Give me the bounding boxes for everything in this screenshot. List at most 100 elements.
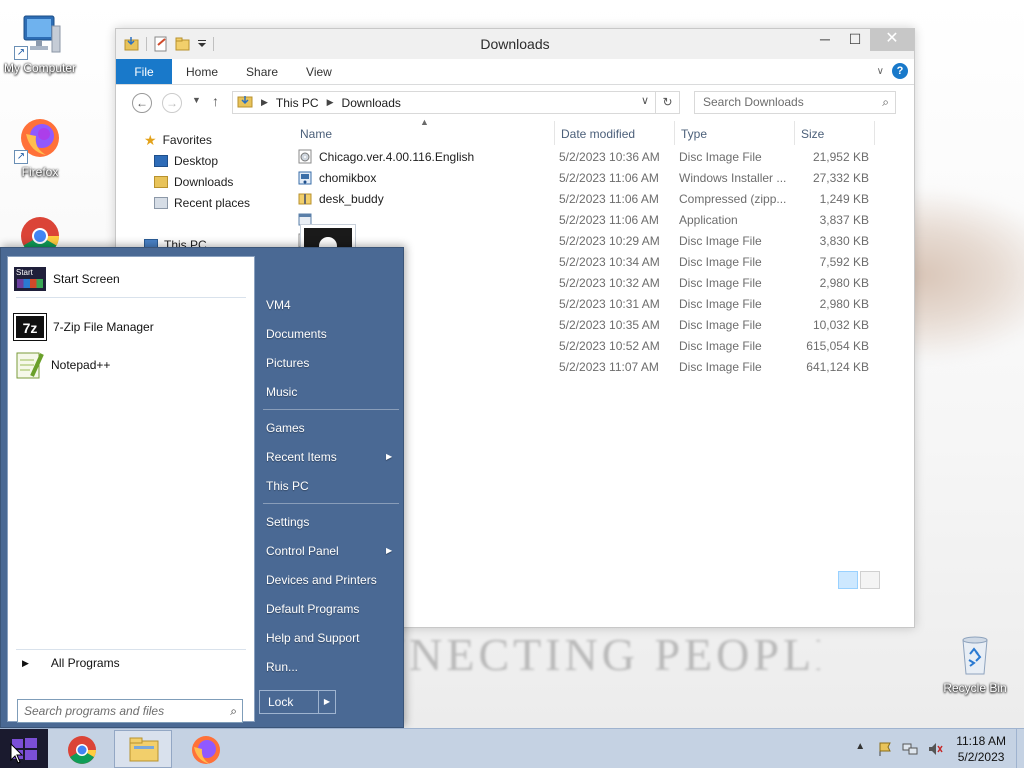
start-link-label: Games (266, 421, 305, 435)
start-link-music[interactable]: Music (266, 385, 297, 399)
help-icon[interactable]: ? (892, 63, 908, 79)
up-arrow-icon[interactable]: ↑ (212, 93, 219, 109)
close-button[interactable]: ✕ (870, 29, 914, 51)
zip-folder-icon (298, 191, 312, 206)
all-programs-button[interactable]: ▶ All Programs (22, 656, 120, 670)
large-icons-view-button[interactable] (860, 571, 880, 589)
file-date-modified: 5/2/2023 11:07 AM (559, 360, 659, 374)
window-title: Downloads (480, 36, 550, 52)
lock-options-arrow-icon[interactable]: ▶ (318, 691, 335, 713)
file-date-modified: 5/2/2023 11:06 AM (559, 192, 659, 206)
taskbar-chrome[interactable] (52, 730, 110, 768)
minimize-button[interactable]: ─ (810, 29, 840, 51)
start-link-label: Devices and Printers (266, 573, 377, 587)
nav-recent-places[interactable]: Recent places (154, 194, 250, 212)
tab-view[interactable]: View (292, 59, 346, 84)
refresh-button[interactable]: ↻ (656, 91, 680, 114)
program-7zip[interactable]: 7z 7-Zip File Manager (13, 311, 154, 343)
table-row[interactable]: Chicago.ver.4.00.116.English 5/2/2023 10:… (294, 147, 884, 168)
breadcrumb-this-pc[interactable]: This PC (276, 96, 319, 110)
start-menu: Start Start Screen 7z 7-Zip File Manager… (0, 247, 404, 728)
column-header-date[interactable]: Date modified (561, 127, 635, 141)
file-size: 2,980 KB (819, 276, 869, 290)
nav-downloads[interactable]: Downloads (154, 173, 233, 191)
start-link-this-pc[interactable]: This PC (266, 479, 309, 493)
program-label: 7-Zip File Manager (53, 320, 154, 334)
start-link-settings[interactable]: Settings (266, 515, 309, 529)
desktop-icon-label: Recycle Bin (943, 681, 1007, 695)
maximize-button[interactable]: ☐ (840, 29, 870, 51)
file-date-modified: 5/2/2023 10:52 AM (559, 339, 660, 353)
expand-ribbon-icon[interactable]: ∨ (877, 66, 884, 77)
file-type: Disc Image File (679, 234, 762, 248)
file-size: 10,032 KB (812, 318, 869, 332)
start-link-label: Music (266, 385, 298, 399)
submenu-arrow-icon: ▶ (386, 452, 393, 461)
network-icon[interactable] (902, 741, 918, 757)
clock[interactable]: 11:18 AM 5/2/2023 (956, 733, 1006, 765)
downloads-folder-icon (154, 176, 168, 188)
back-button[interactable]: ← (132, 93, 152, 113)
chevron-down-icon[interactable]: ∨ (641, 94, 649, 107)
start-menu-separator (263, 503, 399, 504)
taskbar-file-explorer[interactable] (114, 730, 172, 768)
chrome-icon (68, 736, 96, 764)
start-link-control-panel[interactable]: Control Panel ▶ (266, 544, 392, 558)
ribbon-tabs: File Home Share View ∨ ? (116, 59, 914, 85)
details-view-button[interactable] (838, 571, 858, 589)
recent-locations-icon[interactable]: ▼ (192, 95, 201, 105)
show-desktop-button[interactable] (1016, 729, 1024, 768)
start-link-pictures[interactable]: Pictures (266, 356, 309, 370)
start-link-help-and-support[interactable]: Help and Support (266, 631, 359, 645)
column-header-size[interactable]: Size (801, 127, 824, 141)
start-link-documents[interactable]: Documents (266, 327, 327, 341)
start-link-games[interactable]: Games (266, 421, 305, 435)
lock-button[interactable]: Lock ▶ (259, 690, 336, 714)
disc-image-icon (298, 149, 312, 164)
start-link-default-programs[interactable]: Default Programs (266, 602, 359, 616)
start-link-label: Pictures (266, 356, 310, 370)
desktop-icon-firefox[interactable]: ↗ Firefox (0, 114, 80, 179)
forward-button[interactable]: → (162, 93, 182, 113)
start-button[interactable] (0, 729, 48, 768)
nav-favorites[interactable]: ★ Favorites (144, 131, 212, 149)
table-row[interactable]: chomikbox 5/2/2023 11:06 AM Windows Instal… (294, 168, 884, 189)
table-row[interactable]: 5/2/2023 11:06 AM Application 3,837 KB (294, 210, 884, 231)
start-link-run[interactable]: Run... (266, 660, 298, 674)
action-center-flag-icon[interactable] (877, 741, 893, 757)
program-start-screen[interactable]: Start Start Screen (14, 263, 120, 295)
file-type: Disc Image File (679, 360, 762, 374)
desktop-icon-recycle-bin[interactable]: Recycle Bin (935, 630, 1015, 695)
search-input[interactable]: Search Downloads ⌕ (694, 91, 896, 114)
taskbar-firefox[interactable] (176, 730, 234, 768)
desktop-icon-my-computer[interactable]: ↗ My Computer (0, 10, 80, 75)
program-notepadpp[interactable]: Notepad++ (14, 349, 110, 381)
file-type: Disc Image File (679, 318, 762, 332)
program-label: Notepad++ (51, 358, 111, 372)
tab-file[interactable]: File (116, 59, 172, 84)
tab-home[interactable]: Home (172, 59, 232, 84)
file-type: Disc Image File (679, 255, 762, 269)
start-search-input[interactable]: Search programs and files ⌕ (17, 699, 243, 723)
start-link-devices-and-printers[interactable]: Devices and Printers (266, 573, 377, 587)
column-header-name[interactable]: Name (300, 127, 332, 141)
nav-desktop[interactable]: Desktop (154, 152, 218, 170)
file-size: 615,054 KB (806, 339, 869, 353)
breadcrumb-downloads[interactable]: Downloads (342, 96, 401, 110)
volume-muted-icon[interactable] (927, 741, 943, 757)
column-header-type[interactable]: Type (681, 127, 707, 141)
tab-share[interactable]: Share (232, 59, 292, 84)
column-divider (874, 121, 875, 145)
search-placeholder: Search programs and files (24, 704, 165, 718)
address-bar[interactable]: ▶ This PC ▶ Downloads ∨ (232, 91, 656, 114)
start-link-vm4[interactable]: VM4 (266, 298, 291, 312)
clock-time: 11:18 AM (956, 734, 1006, 748)
file-size: 1,249 KB (819, 192, 869, 206)
file-size: 2,980 KB (819, 297, 869, 311)
address-row: ← → ▼ ↑ ▶ This PC ▶ Downloads ∨ ↻ Search… (116, 85, 914, 121)
table-row[interactable]: desk_buddy 5/2/2023 11:06 AM Compressed (z… (294, 189, 884, 210)
show-hidden-icons-arrow-icon[interactable]: ▲ (852, 741, 868, 757)
file-size: 27,332 KB (812, 171, 869, 185)
start-link-recent-items[interactable]: Recent Items ▶ (266, 450, 392, 464)
title-bar[interactable]: Downloads ─ ☐ ✕ (116, 29, 914, 59)
